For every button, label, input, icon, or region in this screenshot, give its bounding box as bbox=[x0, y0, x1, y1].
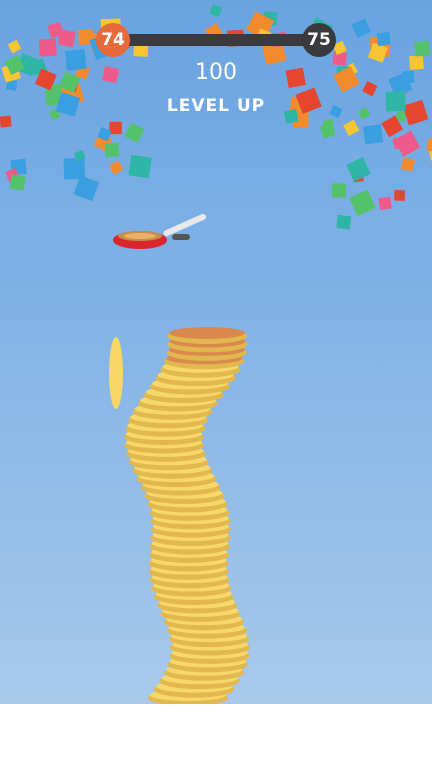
level-progress-bar bbox=[120, 34, 312, 46]
level-up-message: LEVEL UP bbox=[166, 96, 266, 116]
current-level-badge: 74 bbox=[96, 23, 130, 57]
game-canvas[interactable]: 74 75 100 LEVEL UP bbox=[0, 0, 432, 704]
next-level-badge: 75 bbox=[302, 23, 336, 57]
pancake bbox=[167, 327, 248, 344]
score-counter: 100 bbox=[195, 60, 237, 85]
falling-pancake bbox=[109, 337, 123, 409]
frying-pan bbox=[113, 213, 207, 249]
bottom-area bbox=[0, 704, 432, 768]
pancake-stack bbox=[109, 327, 251, 704]
